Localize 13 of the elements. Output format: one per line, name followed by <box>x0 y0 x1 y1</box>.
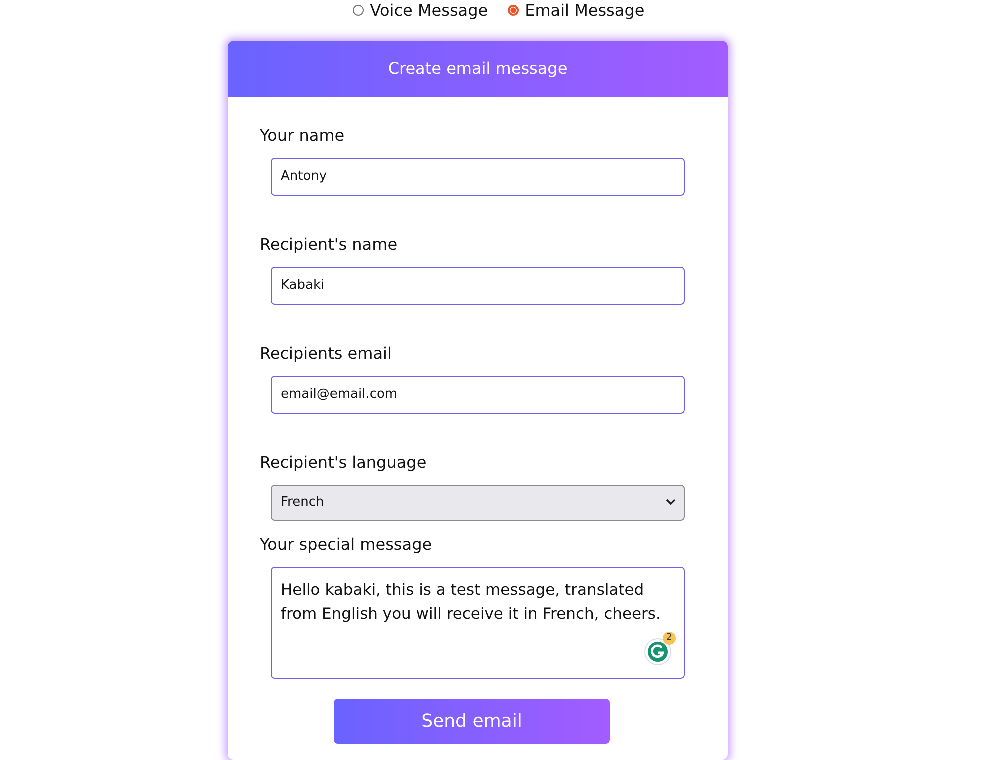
input-field[interactable]: email@email.com <box>271 376 685 414</box>
field-label: Your special message <box>260 534 434 556</box>
card-title: Create email message <box>388 59 568 78</box>
field-label: Your name <box>260 124 346 147</box>
input-field[interactable]: Kabaki <box>271 266 685 305</box>
send-button[interactable]: Send email <box>334 698 610 744</box>
field-label: Recipient's name <box>260 234 399 256</box>
language-dropdown[interactable]: French <box>271 484 685 521</box>
field-label: Recipients email <box>260 342 393 365</box>
message-textarea[interactable]: Hello kabaki, this is a test message, translated from English you will receive it in French, cheers. 2 <box>271 566 685 679</box>
count-badge: 2 <box>663 632 676 645</box>
input-field[interactable]: Antony <box>271 158 685 196</box>
field-label: Recipient's language <box>260 452 428 474</box>
